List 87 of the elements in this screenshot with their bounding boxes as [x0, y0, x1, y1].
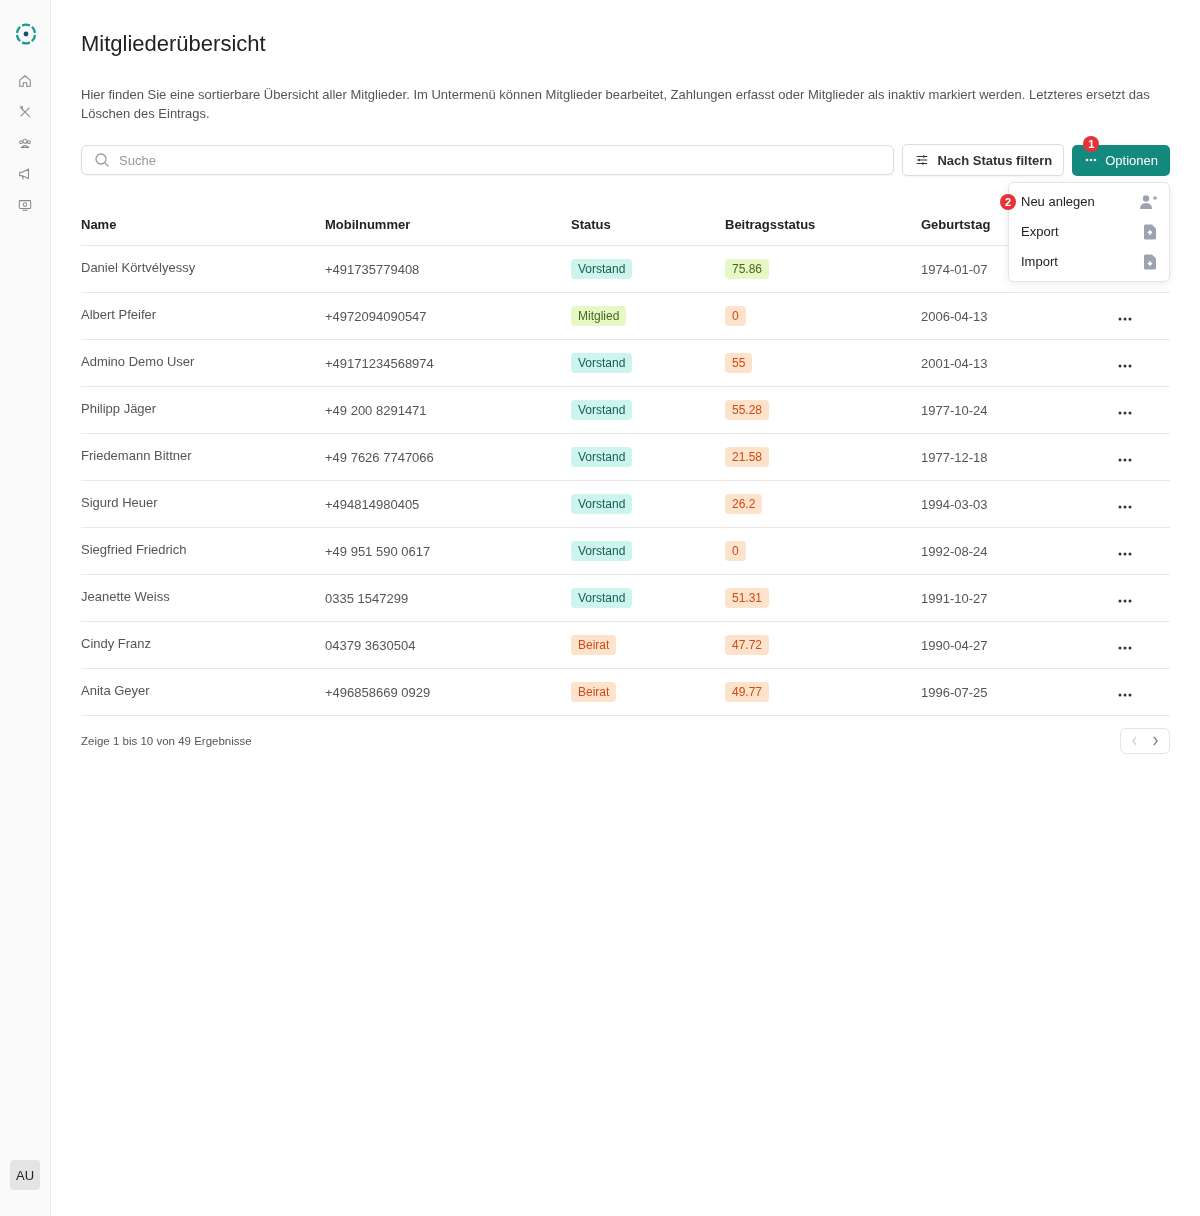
- column-header[interactable]: Beitragsstatus: [725, 217, 816, 232]
- page-description: Hier finden Sie eine sortierbare Übersicht aller Mitglieder. Im Untermenü können Mitglieder bearbeitet, Zahlungen erfasst oder Mitglieder als inaktiv markiert werden. Letzteres ersetzt das Löschen des Eintrags.: [81, 86, 1151, 123]
- status-badge: Vorstand: [571, 494, 633, 514]
- table-cell: +4972094090547: [325, 308, 427, 324]
- table-cell: +49 200 8291471: [325, 402, 427, 418]
- table-cell: +49171234568974: [325, 355, 434, 371]
- table-cell: Cindy Franz: [81, 636, 152, 651]
- table-cell: Friedemann Bittner: [81, 448, 192, 463]
- fee-badge: 0: [725, 306, 746, 326]
- table-cell: 1992-08-24: [921, 543, 988, 559]
- more-icon[interactable]: [1118, 504, 1132, 509]
- fee-badge: 75.86: [725, 259, 770, 279]
- table-cell: +49 951 590 0617: [325, 543, 431, 559]
- table-cell: 1977-12-18: [921, 449, 988, 465]
- home-icon[interactable]: [18, 74, 32, 88]
- menu-item[interactable]: Export: [1009, 216, 1169, 247]
- table-cell: 1996-07-25: [921, 684, 988, 700]
- file-upload-icon: [1143, 223, 1157, 240]
- results-summary: Zeige 1 bis 10 von 49 Ergebnisse: [81, 735, 252, 747]
- step-marker: 2: [1000, 193, 1016, 210]
- column-header[interactable]: Mobilnummer: [325, 217, 411, 232]
- table-cell: +491735779408: [325, 261, 420, 277]
- screen-icon[interactable]: [18, 198, 32, 212]
- sliders-icon: [915, 153, 930, 167]
- table-cell: Philipp Jäger: [81, 401, 157, 416]
- table-cell: Admino Demo User: [81, 354, 195, 369]
- page-title: Mitgliederübersicht: [81, 31, 267, 57]
- table-cell: Albert Pfeifer: [81, 307, 157, 322]
- user-add-icon: [1139, 193, 1157, 210]
- table-cell: 1977-10-24: [921, 402, 988, 418]
- fee-badge: 55: [725, 353, 753, 373]
- table-cell: 1990-04-27: [921, 637, 988, 653]
- table-cell: +49 7626 7747066: [325, 449, 434, 465]
- ellipsis-icon: [1085, 158, 1098, 162]
- table-cell: +494814980405: [325, 496, 420, 512]
- table-cell: 0335 1547299: [325, 590, 409, 606]
- table-cell: Sigurd Heuer: [81, 495, 158, 510]
- file-download-icon: [1143, 253, 1157, 270]
- more-icon[interactable]: [1118, 316, 1132, 321]
- more-icon[interactable]: [1118, 363, 1132, 368]
- table-cell: 1991-10-27: [921, 590, 988, 606]
- table-cell: Anita Geyer: [81, 683, 150, 698]
- status-badge: Vorstand: [571, 541, 633, 561]
- status-badge: Beirat: [571, 682, 617, 702]
- status-badge: Vorstand: [571, 353, 633, 373]
- status-badge: Vorstand: [571, 400, 633, 420]
- table-cell: 2001-04-13: [921, 355, 988, 371]
- filter-button[interactable]: Nach Status filtern: [902, 144, 1065, 176]
- status-badge: Vorstand: [571, 588, 633, 608]
- table-cell: 04379 3630504: [325, 637, 416, 653]
- search-icon: [94, 152, 110, 168]
- fee-badge: 55.28: [725, 400, 770, 420]
- status-badge: Beirat: [571, 635, 617, 655]
- tools-icon[interactable]: [18, 105, 32, 119]
- table-cell: 1994-03-03: [921, 496, 988, 512]
- more-icon[interactable]: [1118, 598, 1132, 603]
- more-icon[interactable]: [1118, 692, 1132, 697]
- more-icon[interactable]: [1118, 551, 1132, 556]
- fee-badge: 49.77: [725, 682, 770, 702]
- table-cell: Siegfried Friedrich: [81, 542, 187, 557]
- search-field[interactable]: Suche: [81, 145, 895, 175]
- menu-item[interactable]: Import: [1009, 246, 1169, 277]
- table-cell: 1974-01-07: [921, 261, 988, 277]
- logo-icon: [14, 22, 38, 46]
- next-icon[interactable]: [1152, 736, 1159, 746]
- fee-badge: 21.58: [725, 447, 770, 467]
- user-avatar[interactable]: AU: [10, 1160, 40, 1190]
- column-header[interactable]: Geburtstag: [921, 217, 991, 232]
- fee-badge: 47.72: [725, 635, 770, 655]
- users-icon[interactable]: [18, 136, 32, 150]
- megaphone-icon[interactable]: [18, 167, 32, 181]
- more-icon[interactable]: [1118, 457, 1132, 462]
- table-cell: Jeanette Weiss: [81, 589, 170, 604]
- table-cell: +496858669 0929: [325, 684, 431, 700]
- fee-badge: 51.31: [725, 588, 770, 608]
- status-badge: Mitglied: [571, 306, 627, 326]
- more-icon[interactable]: [1118, 410, 1132, 415]
- status-badge: Vorstand: [571, 259, 633, 279]
- fee-badge: 26.2: [725, 494, 763, 514]
- step-marker: 1: [1083, 135, 1100, 152]
- column-header[interactable]: Name: [81, 217, 117, 232]
- fee-badge: 0: [725, 541, 746, 561]
- more-icon[interactable]: [1118, 645, 1132, 650]
- status-badge: Vorstand: [571, 447, 633, 467]
- table-cell: 2006-04-13: [921, 308, 988, 324]
- column-header[interactable]: Status: [571, 217, 611, 232]
- table-cell: Daniel Körtvélyessy: [81, 260, 196, 275]
